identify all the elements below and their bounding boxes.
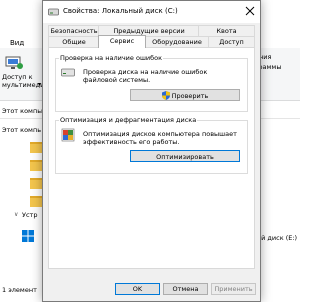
optimize-title: Оптимизация и дефрагментация диска xyxy=(59,116,198,124)
nav-this-pc[interactable]: Этот компь xyxy=(2,126,41,134)
windows-drive-icon[interactable] xyxy=(22,230,34,242)
cancel-button[interactable]: Отмена xyxy=(163,283,208,295)
folder-icon[interactable] xyxy=(30,142,42,153)
uac-shield-icon xyxy=(161,91,170,100)
nav-devices[interactable]: Устр xyxy=(22,211,37,219)
tab-sharing[interactable]: Доступ xyxy=(208,36,255,47)
optimize-description: Оптимизация дисков компьютера повышает э… xyxy=(83,130,237,146)
drive-icon xyxy=(61,68,75,77)
check-button[interactable]: Проверить xyxy=(130,89,240,101)
folder-icon[interactable] xyxy=(30,178,42,189)
tab-hardware[interactable]: Оборудование xyxy=(144,36,210,47)
status-bar-text: 1 элемент xyxy=(2,286,37,294)
optimize-group xyxy=(55,120,248,174)
close-icon[interactable] xyxy=(244,5,256,17)
media-access-icon[interactable] xyxy=(5,56,23,70)
defrag-icon xyxy=(61,128,75,142)
properties-dialog: Свойства: Локальный диск (C:) Безопаснос… xyxy=(42,0,261,302)
optimize-button[interactable]: Оптимизировать xyxy=(130,150,240,162)
tab-security[interactable]: Безопасность xyxy=(48,25,100,36)
tools-panel: Проверка на наличие ошибок Проверка диск… xyxy=(48,47,255,269)
ok-button[interactable]: OK xyxy=(115,283,160,295)
tab-general[interactable]: Общие xyxy=(48,36,100,47)
chevron-down-icon[interactable]: ∨ xyxy=(14,211,18,218)
drive-icon xyxy=(48,8,59,16)
disk-e-label[interactable]: ый диск (E:) xyxy=(256,234,297,242)
optimize-button-label: Оптимизировать xyxy=(156,153,214,161)
error-check-group xyxy=(55,58,248,112)
dialog-titlebar[interactable]: Свойства: Локальный диск (C:) xyxy=(43,1,260,23)
tab-tools[interactable]: Сервис xyxy=(98,35,146,48)
dialog-title: Свойства: Локальный диск (C:) xyxy=(63,7,178,15)
error-check-description: Проверка диска на наличие ошибок файлово… xyxy=(83,68,208,84)
check-button-label: Проверить xyxy=(171,92,209,100)
tab-quota[interactable]: Квота xyxy=(198,25,255,36)
folder-icon[interactable] xyxy=(30,196,42,207)
folder-icon[interactable] xyxy=(30,160,42,171)
apply-button[interactable]: Применить xyxy=(211,283,256,295)
tab-view[interactable]: Вид xyxy=(10,39,24,47)
error-check-title: Проверка на наличие ошибок xyxy=(59,54,164,62)
media-access-dropdown-icon[interactable]: ▾ xyxy=(38,81,41,88)
